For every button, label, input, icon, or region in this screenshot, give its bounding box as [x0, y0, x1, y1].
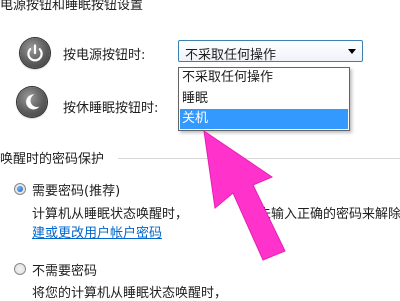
- annotation-arrow-icon: [203, 129, 286, 261]
